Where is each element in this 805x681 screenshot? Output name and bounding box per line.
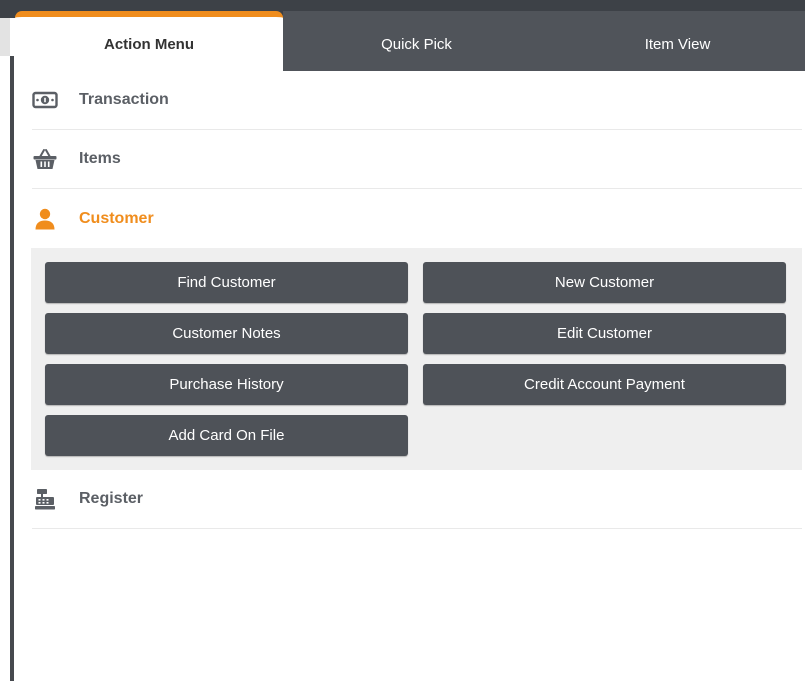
section-items[interactable]: Items [32, 130, 802, 189]
credit-account-payment-button[interactable]: Credit Account Payment [423, 364, 786, 405]
section-label: Register [79, 490, 144, 507]
find-customer-button[interactable]: Find Customer [45, 262, 408, 303]
section-label: Transaction [79, 91, 169, 108]
add-card-on-file-button[interactable]: Add Card On File [45, 415, 408, 456]
edit-customer-button[interactable]: Edit Customer [423, 313, 786, 354]
tab-item-view[interactable]: Item View [550, 11, 805, 71]
section-customer[interactable]: Customer [32, 189, 802, 248]
cash-register-icon [32, 486, 58, 512]
section-label: Customer [79, 209, 154, 227]
customer-actions-panel: Find Customer New Customer Customer Note… [31, 248, 802, 470]
tab-bar: Action Menu Quick Pick Item View [15, 11, 805, 71]
left-edge-strip [0, 18, 10, 56]
person-icon [32, 206, 58, 232]
left-edge-bar [10, 56, 14, 681]
basket-icon [32, 146, 58, 172]
action-menu: Transaction Items Customer Find Customer [31, 71, 802, 529]
section-register[interactable]: Register [32, 470, 802, 529]
section-transaction[interactable]: Transaction [32, 71, 802, 130]
section-label: Items [79, 150, 121, 167]
purchase-history-button[interactable]: Purchase History [45, 364, 408, 405]
customer-notes-button[interactable]: Customer Notes [45, 313, 408, 354]
tab-action-menu[interactable]: Action Menu [15, 11, 283, 71]
tab-quick-pick[interactable]: Quick Pick [283, 11, 550, 71]
cash-icon [32, 87, 58, 113]
new-customer-button[interactable]: New Customer [423, 262, 786, 303]
